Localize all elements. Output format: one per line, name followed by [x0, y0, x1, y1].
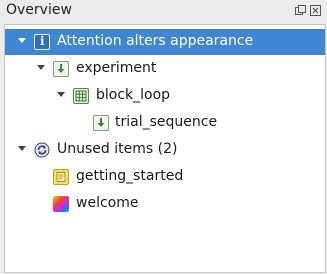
- loop-icon: [73, 88, 89, 104]
- sequence-icon: [53, 61, 69, 77]
- experiment-info-icon: [34, 34, 50, 50]
- tree-item-label: experiment: [76, 60, 157, 76]
- float-window-icon[interactable]: [295, 4, 306, 15]
- sketchpad-icon: [53, 196, 69, 212]
- tree-item-label: Unused items (2): [57, 141, 178, 157]
- tree-item-getting-started[interactable]: getting_started: [5, 164, 325, 190]
- tree-item-trial-sequence[interactable]: trial_sequence: [5, 110, 325, 136]
- notepad-icon: [53, 169, 69, 185]
- overview-titlebar: Overview: [0, 0, 327, 22]
- overview-tree[interactable]: Attention alters appearance experiment b…: [4, 24, 326, 273]
- expand-arrow-icon[interactable]: [18, 146, 26, 151]
- tree-item-label: block_loop: [96, 87, 171, 103]
- tree-item-block-loop[interactable]: block_loop: [5, 83, 325, 109]
- tree-item-unused-items[interactable]: Unused items (2): [5, 137, 325, 163]
- unused-items-icon: [34, 142, 50, 158]
- tree-item-welcome[interactable]: welcome: [5, 191, 325, 217]
- tree-item-label: trial_sequence: [115, 114, 218, 130]
- expand-arrow-icon[interactable]: [18, 38, 26, 43]
- tree-item-label: getting_started: [76, 168, 184, 184]
- close-panel-icon[interactable]: [310, 4, 321, 16]
- sequence-icon: [93, 115, 109, 131]
- tree-item-label: welcome: [76, 195, 139, 211]
- tree-item-label: Attention alters appearance: [57, 33, 254, 49]
- expand-arrow-icon[interactable]: [57, 92, 65, 97]
- panel-title: Overview: [6, 2, 72, 18]
- tree-item-experiment-root[interactable]: Attention alters appearance: [5, 29, 325, 55]
- tree-item-experiment[interactable]: experiment: [5, 56, 325, 82]
- expand-arrow-icon[interactable]: [37, 65, 45, 70]
